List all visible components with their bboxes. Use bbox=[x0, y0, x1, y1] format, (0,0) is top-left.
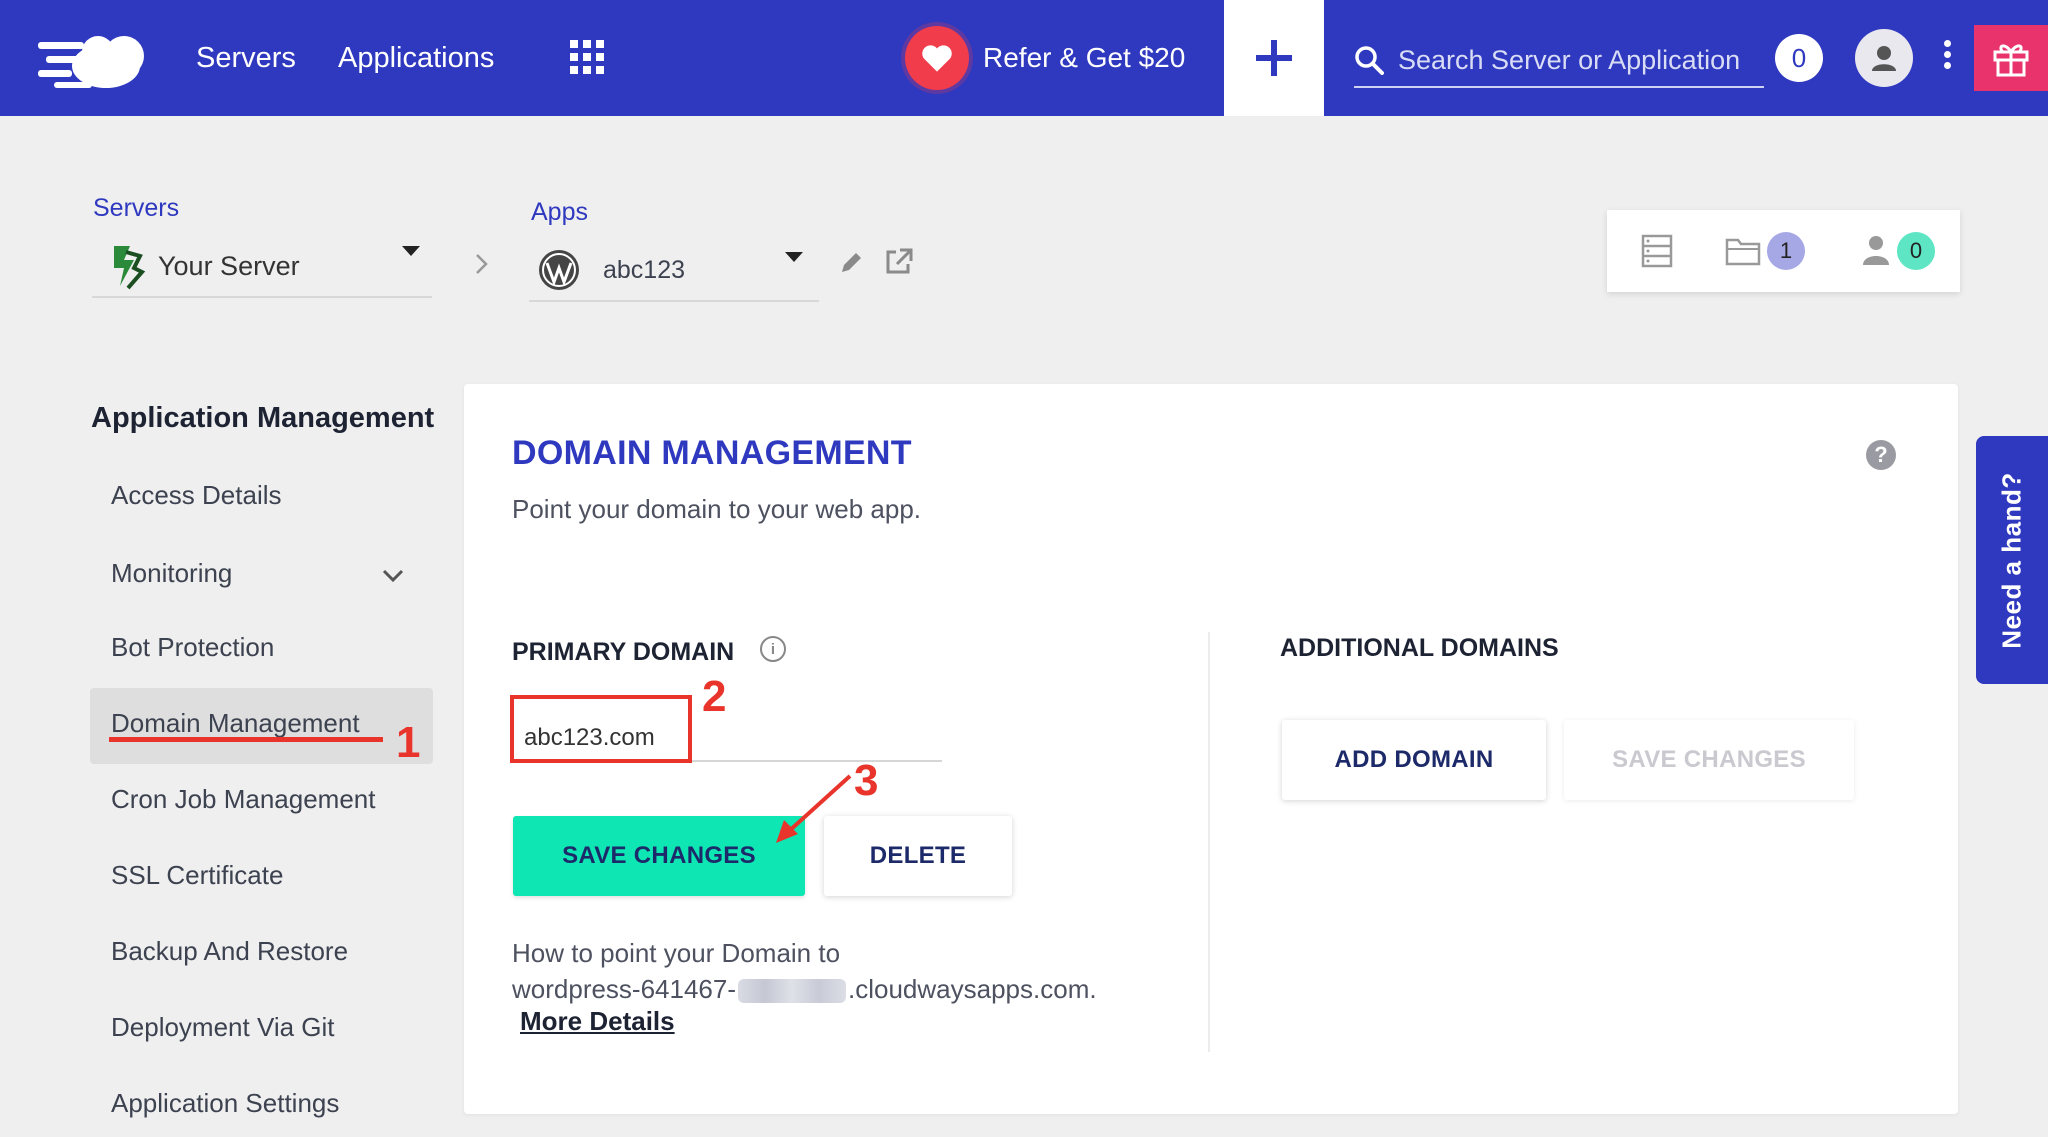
sidebar-item-access-details[interactable]: Access Details bbox=[111, 480, 282, 511]
primary-domain-heading: PRIMARY DOMAIN bbox=[512, 638, 735, 666]
sidebar-title: Application Management bbox=[91, 402, 435, 434]
need-a-hand-label: Need a hand? bbox=[1996, 471, 2027, 649]
apps-grid-icon[interactable] bbox=[570, 40, 604, 74]
app-name: abc123 bbox=[603, 255, 686, 284]
breadcrumb-servers-label[interactable]: Servers bbox=[93, 194, 179, 223]
cname-suffix: .cloudwaysapps.com. bbox=[848, 974, 1097, 1004]
add-button[interactable] bbox=[1224, 0, 1324, 116]
server-name: Your Server bbox=[158, 250, 300, 281]
heart-icon bbox=[905, 26, 969, 90]
members-count-badge: 0 bbox=[1897, 232, 1935, 270]
section-divider bbox=[1208, 632, 1210, 1052]
gift-button[interactable] bbox=[1974, 25, 2048, 91]
help-icon[interactable]: ? bbox=[1866, 440, 1896, 470]
gift-icon bbox=[1993, 44, 2029, 77]
additional-domains-heading: ADDITIONAL DOMAINS bbox=[1280, 634, 1559, 662]
save-additional-domains-button[interactable]: SAVE CHANGES bbox=[1564, 720, 1854, 800]
refer-label: Refer & Get $20 bbox=[983, 42, 1186, 73]
server-select[interactable]: Your Server bbox=[92, 236, 432, 298]
wordpress-icon bbox=[539, 250, 579, 290]
sidebar-item-monitoring[interactable]: Monitoring bbox=[111, 558, 232, 589]
annotation-number-2: 2 bbox=[702, 672, 727, 721]
server-icon bbox=[114, 246, 146, 290]
chevron-right-icon bbox=[476, 254, 488, 274]
caret-down-icon bbox=[402, 246, 420, 256]
user-icon bbox=[1872, 46, 1896, 71]
page-title: DOMAIN MANAGEMENT bbox=[512, 434, 912, 472]
page-subtitle: Point your domain to your web app. bbox=[512, 494, 922, 524]
server-list-icon[interactable] bbox=[1641, 234, 1673, 268]
search-bar bbox=[1354, 34, 1764, 88]
more-details-link[interactable]: More Details bbox=[520, 1006, 675, 1037]
annotation-arrow-icon bbox=[776, 774, 852, 843]
need-a-hand-tab[interactable]: Need a hand? bbox=[1976, 436, 2048, 684]
nav-servers-link[interactable]: Servers bbox=[196, 42, 296, 75]
edit-pencil-icon[interactable] bbox=[838, 250, 864, 276]
save-primary-domain-button[interactable]: SAVE CHANGES bbox=[513, 816, 805, 896]
search-input[interactable] bbox=[1398, 44, 1748, 76]
sidebar-item-deployment-via-git[interactable]: Deployment Via Git bbox=[111, 1012, 335, 1043]
sidebar-item-cron-job-management[interactable]: Cron Job Management bbox=[111, 784, 375, 815]
external-link-icon[interactable] bbox=[884, 246, 914, 276]
cname-target-text: wordpress-641467- .cloudwaysapps.com. bbox=[512, 974, 1097, 1005]
plus-icon bbox=[1256, 40, 1292, 76]
add-domain-button[interactable]: ADD DOMAIN bbox=[1282, 720, 1546, 800]
more-menu-icon[interactable] bbox=[1940, 40, 1954, 76]
user-avatar[interactable] bbox=[1855, 29, 1913, 87]
sidebar-item-domain-management[interactable]: Domain Management bbox=[111, 708, 360, 739]
annotation-box bbox=[510, 695, 692, 763]
annotation-number-1: 1 bbox=[396, 718, 421, 767]
how-to-point-text: How to point your Domain to bbox=[512, 938, 841, 968]
top-navigation-bar: Servers Applications Refer & Get $20 0 bbox=[0, 0, 2048, 116]
folder-icon[interactable] bbox=[1725, 236, 1761, 266]
caret-down-icon bbox=[785, 252, 803, 262]
notification-badge[interactable]: 0 bbox=[1775, 34, 1823, 82]
app-select[interactable]: abc123 bbox=[529, 240, 819, 302]
sidebar-item-ssl-certificate[interactable]: SSL Certificate bbox=[111, 860, 283, 891]
sidebar-item-backup-and-restore[interactable]: Backup And Restore bbox=[111, 936, 348, 967]
search-icon bbox=[1355, 46, 1384, 75]
apps-count-badge: 1 bbox=[1767, 232, 1805, 270]
sidebar-item-application-settings[interactable]: Application Settings bbox=[111, 1088, 339, 1119]
annotation-underline bbox=[109, 737, 383, 742]
sidebar-item-bot-protection[interactable]: Bot Protection bbox=[111, 632, 274, 663]
redacted-id bbox=[738, 979, 847, 1004]
breadcrumb-apps-label[interactable]: Apps bbox=[531, 198, 588, 227]
team-members-icon[interactable] bbox=[1861, 234, 1891, 266]
info-icon[interactable]: i bbox=[760, 636, 786, 662]
stats-card: 1 0 bbox=[1607, 210, 1960, 292]
cname-prefix: wordpress-641467- bbox=[512, 974, 737, 1004]
cloudways-logo-icon[interactable] bbox=[36, 28, 160, 92]
chevron-down-icon[interactable] bbox=[381, 568, 405, 584]
nav-applications-link[interactable]: Applications bbox=[338, 42, 494, 75]
refer-button[interactable]: Refer & Get $20 bbox=[905, 26, 1185, 90]
